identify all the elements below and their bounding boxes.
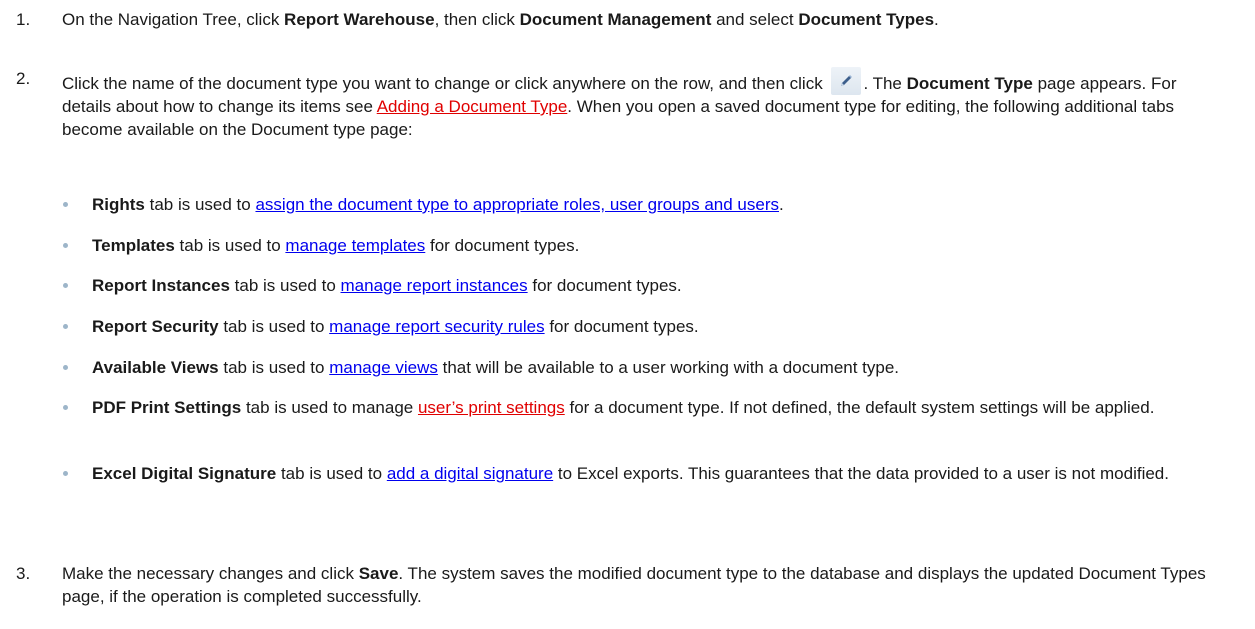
nav-document-management: Document Management [519, 10, 712, 29]
bullet-dot [63, 405, 68, 410]
step-number: 3. [16, 564, 31, 583]
nav-report-warehouse: Report Warehouse [284, 10, 435, 29]
add-digital-signature-link[interactable]: add a digital signature [387, 464, 553, 483]
bullet-dot [63, 283, 68, 288]
bullet-dot [63, 202, 68, 207]
user-print-settings-link[interactable]: user’s print settings [418, 398, 565, 417]
assign-document-type-link[interactable]: assign the document type to appropriate … [255, 195, 779, 214]
step-number: 1. [16, 10, 31, 29]
manage-report-security-rules-link[interactable]: manage report security rules [329, 317, 544, 336]
save-label: Save [358, 564, 399, 583]
step-number: 2. [16, 69, 31, 88]
step-text: Click the name of the document type you … [62, 67, 1225, 141]
document: 1. On the Navigation Tree, click Report … [0, 0, 1255, 629]
document-type-label: Document Type [906, 74, 1033, 93]
bullet-dot [63, 243, 68, 248]
bullet-dot [63, 324, 68, 329]
pencil-icon[interactable] [831, 67, 862, 95]
bullet-dot [63, 365, 68, 370]
manage-templates-link[interactable]: manage templates [285, 236, 425, 255]
manage-report-instances-link[interactable]: manage report instances [341, 276, 528, 295]
adding-document-type-link[interactable]: Adding a Document Type [377, 97, 568, 116]
manage-views-link[interactable]: manage views [329, 358, 438, 377]
step-text: On the Navigation Tree, click Report War… [62, 10, 939, 29]
bullet-dot [63, 471, 68, 476]
nav-document-types: Document Types [798, 10, 935, 29]
step-text: Make the necessary changes and click Sav… [62, 564, 1206, 606]
